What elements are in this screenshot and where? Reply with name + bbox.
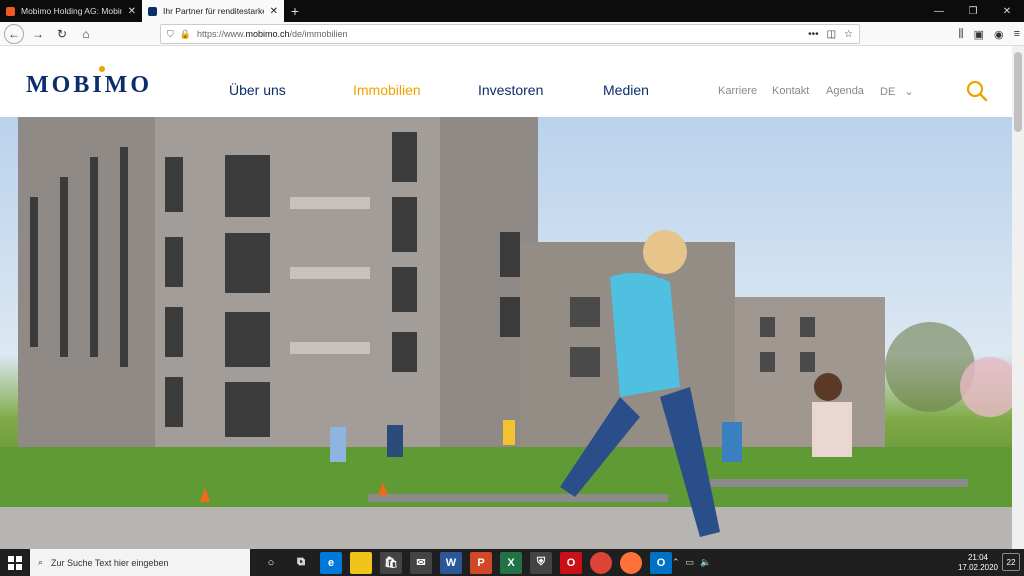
window-controls: — ❐ ✕ — [922, 0, 1024, 22]
cortana-icon[interactable]: ○ — [260, 552, 282, 574]
browser-tabbar: Mobimo Holding AG: Mobimo ✕ Ihr Partner … — [0, 0, 1024, 22]
tab-title: Ihr Partner für renditestarke An — [163, 6, 264, 16]
bookmark-star-icon[interactable]: ☆ — [844, 29, 853, 40]
language-selector[interactable]: DE ⌄ — [880, 85, 914, 98]
chevron-down-icon: ⌄ — [904, 86, 914, 98]
clock-date: 17.02.2020 — [957, 562, 998, 572]
nav-kontakt[interactable]: Kontakt — [772, 85, 809, 97]
hero-illustration — [0, 117, 1012, 549]
account-icon[interactable]: ◉ — [994, 28, 1004, 41]
nav-agenda[interactable]: Agenda — [826, 85, 864, 97]
powerpoint-icon[interactable]: P — [470, 551, 492, 574]
new-tab-button[interactable]: + — [284, 0, 306, 22]
browser-navbar: ← → ↻ ⌂ ⛉ 🔒 https://www.mobimo.ch/de/imm… — [0, 22, 1024, 46]
site-header: MOBIMO Über uns Immobilien Investoren Me… — [0, 46, 1012, 117]
menu-icon[interactable]: ≡ — [1014, 28, 1020, 40]
forward-button[interactable]: → — [28, 24, 48, 44]
word-icon[interactable]: W — [440, 551, 462, 574]
tab-title: Mobimo Holding AG: Mobimo — [21, 6, 122, 16]
clock-time: 21:04 — [967, 552, 988, 562]
search-icon[interactable] — [966, 80, 988, 102]
url-bar[interactable]: ⛉ 🔒 https://www.mobimo.ch/de/immobilien … — [160, 24, 860, 44]
windows-logo-icon — [8, 555, 22, 570]
excel-icon[interactable]: X — [500, 551, 522, 574]
opera-icon[interactable]: O — [560, 551, 582, 574]
pocket-icon[interactable]: ◫ — [827, 29, 836, 40]
search-icon: ⌕ — [38, 557, 44, 567]
notification-center-button[interactable]: 22 — [1002, 553, 1020, 571]
taskbar-apps: ○ ⧉ e 🛍 ✉ W P X ⛨ O O — [260, 551, 672, 574]
nav-immobilien[interactable]: Immobilien — [353, 82, 421, 98]
mobimo-logo[interactable]: MOBIMO — [26, 72, 152, 99]
chrome-icon[interactable] — [590, 551, 612, 574]
taskbar-search-placeholder: Zur Suche Text hier eingeben — [51, 557, 169, 568]
minimize-button[interactable]: — — [922, 0, 956, 22]
sidebar-icon[interactable]: ▣ — [974, 28, 984, 41]
security-icon[interactable]: ⛨ — [530, 551, 552, 574]
lock-icon: 🔒 — [179, 28, 191, 39]
mail-icon[interactable]: ✉ — [410, 551, 432, 574]
url-text: https://www.mobimo.ch/de/immobilien — [196, 29, 348, 39]
start-button[interactable] — [0, 549, 30, 576]
store-icon[interactable]: 🛍 — [380, 551, 402, 574]
file-explorer-icon[interactable] — [350, 551, 372, 574]
nav-karriere[interactable]: Karriere — [718, 85, 757, 97]
taskbar-search[interactable]: ⌕ Zur Suche Text hier eingeben — [30, 549, 250, 576]
language-label: DE — [880, 86, 896, 98]
nav-investoren[interactable]: Investoren — [478, 82, 543, 98]
logo-dot-icon — [99, 66, 105, 72]
reload-button[interactable]: ↻ — [52, 24, 72, 44]
close-tab-icon[interactable]: ✕ — [128, 6, 136, 17]
close-window-button[interactable]: ✕ — [990, 0, 1024, 22]
library-icon[interactable]: ⫼ — [959, 28, 964, 41]
outlook-icon[interactable]: O — [650, 551, 672, 574]
system-tray: ⌃ ▭ 🔈 — [672, 557, 711, 568]
hero-image — [0, 117, 1012, 549]
browser-tab-active[interactable]: Ihr Partner für renditestarke An ✕ — [142, 0, 284, 22]
back-button[interactable]: ← — [4, 23, 24, 44]
nav-ueber-uns[interactable]: Über uns — [229, 82, 286, 98]
edge-icon[interactable]: e — [320, 551, 342, 574]
volume-icon[interactable]: 🔈 — [700, 557, 711, 568]
toolbar-right: ⫼ ▣ ◉ ≡ — [959, 24, 1021, 44]
task-view-icon[interactable]: ⧉ — [290, 552, 312, 574]
browser-tab[interactable]: Mobimo Holding AG: Mobimo ✕ — [0, 0, 142, 22]
network-icon[interactable]: ▭ — [686, 557, 695, 568]
nav-medien[interactable]: Medien — [603, 82, 649, 98]
tab-favicon-icon — [6, 6, 15, 16]
scrollbar-thumb[interactable] — [1014, 52, 1022, 132]
chevron-up-icon[interactable]: ⌃ — [672, 557, 680, 568]
home-button[interactable]: ⌂ — [76, 24, 96, 44]
windows-taskbar: ⌕ Zur Suche Text hier eingeben ○ ⧉ e 🛍 ✉… — [0, 549, 1024, 576]
tab-favicon-icon — [148, 6, 157, 16]
firefox-icon[interactable] — [620, 551, 642, 574]
maximize-button[interactable]: ❐ — [956, 0, 990, 22]
shield-icon: ⛉ — [167, 28, 174, 39]
page-scrollbar[interactable] — [1012, 46, 1024, 549]
web-page: MOBIMO Über uns Immobilien Investoren Me… — [0, 46, 1024, 549]
close-tab-icon[interactable]: ✕ — [270, 6, 278, 17]
notification-count: 22 — [1006, 557, 1016, 567]
system-clock[interactable]: 21:04 17.02.2020 — [958, 553, 998, 572]
page-actions-icon[interactable]: ••• — [808, 29, 819, 40]
